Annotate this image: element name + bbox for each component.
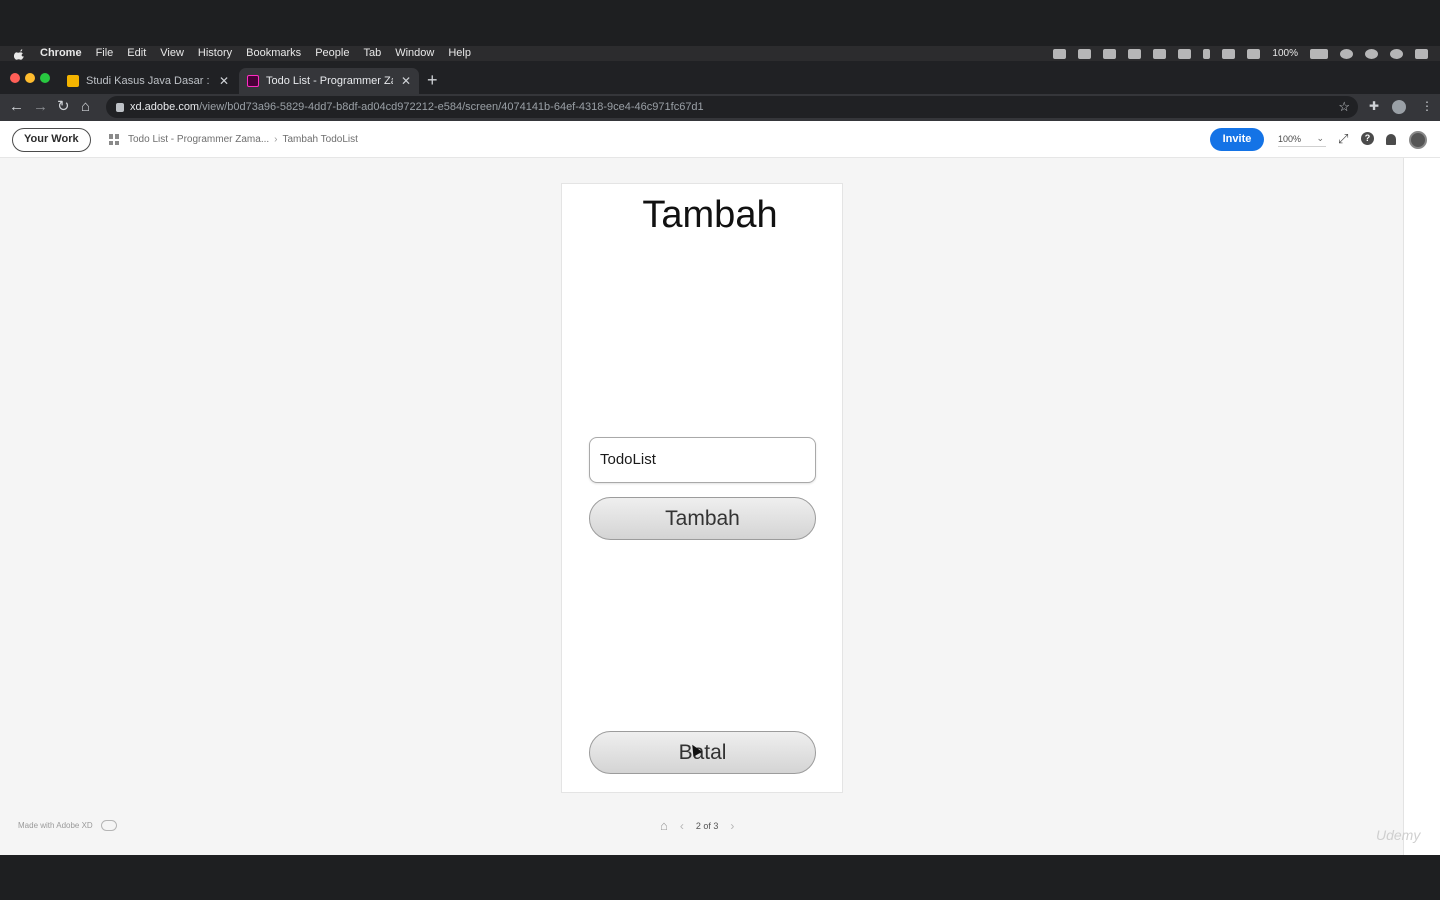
comments-side-panel — [1403, 158, 1440, 855]
address-bar[interactable]: xd.adobe.com /view/b0d73a96-5829-4dd7-b8… — [106, 96, 1358, 118]
menu-file[interactable]: File — [96, 46, 114, 61]
app-status-icon[interactable] — [1078, 48, 1092, 59]
menu-tab[interactable]: Tab — [363, 46, 381, 61]
todolist-input[interactable]: TodoList — [589, 437, 816, 483]
display-icon[interactable] — [1178, 48, 1192, 59]
next-screen-icon[interactable]: › — [730, 819, 734, 833]
avatar[interactable] — [1409, 131, 1427, 149]
artboard-title: Tambah — [642, 194, 778, 236]
chrome-menu-icon[interactable]: ⋮ — [1421, 99, 1433, 113]
lock-icon[interactable] — [116, 102, 124, 112]
back-icon[interactable]: ← — [9, 98, 24, 116]
user-icon[interactable] — [1365, 48, 1378, 59]
menu-bookmarks[interactable]: Bookmarks — [246, 46, 301, 61]
xd-viewer-page: Your Work Todo List - Programmer Zama...… — [0, 121, 1440, 855]
made-with-adobe-xd[interactable]: Made with Adobe XD — [18, 820, 117, 831]
browser-toolbar: ← → ↻ ⌂ xd.adobe.com /view/b0d73a96-5829… — [0, 94, 1440, 121]
tab-studi-kasus[interactable]: Studi Kasus Java Dasar : Aplik ✕ — [59, 68, 237, 94]
breadcrumb-screen: Tambah TodoList — [282, 134, 358, 145]
grid-view-icon[interactable] — [109, 134, 120, 145]
made-with-label: Made with Adobe XD — [18, 821, 93, 830]
notification-center-icon[interactable] — [1415, 48, 1428, 59]
url-path: /view/b0d73a96-5829-4dd7-b8df-ad04cd9722… — [199, 101, 704, 113]
bookmark-star-icon[interactable]: ☆ — [1338, 99, 1350, 115]
home-icon[interactable]: ⌂ — [81, 98, 90, 116]
google-slides-icon — [67, 75, 79, 87]
chevron-right-icon: › — [274, 134, 278, 145]
minimize-window-button[interactable] — [25, 73, 35, 83]
help-icon[interactable]: ? — [1361, 132, 1374, 145]
extensions-icon[interactable]: ✚ — [1369, 99, 1379, 113]
status-icons: 100% — [1053, 46, 1428, 61]
spotlight-search-icon[interactable] — [1390, 48, 1403, 59]
close-tab-icon[interactable]: ✕ — [401, 74, 411, 88]
wifi-icon[interactable] — [1222, 48, 1236, 59]
dropbox-icon[interactable] — [1103, 48, 1117, 59]
xd-header: Your Work Todo List - Programmer Zama...… — [0, 121, 1440, 158]
menu-window[interactable]: Window — [395, 46, 434, 61]
tab-title: Todo List - Programmer Zaman — [266, 75, 393, 87]
home-screen-icon[interactable]: ⌂ — [660, 818, 668, 833]
menu-history[interactable]: History — [198, 46, 232, 61]
artboard-tambah-todolist: Tambah TodoList Tambah Batal — [561, 183, 843, 793]
menu-edit[interactable]: Edit — [127, 46, 146, 61]
notification-bell-icon[interactable] — [1386, 134, 1396, 145]
profile-icon[interactable] — [1392, 100, 1406, 114]
previous-screen-icon[interactable]: ‹ — [680, 819, 684, 833]
screen-pager: ⌂ ‹ 2 of 3 › — [660, 818, 734, 833]
your-work-button[interactable]: Your Work — [12, 128, 91, 152]
new-tab-icon[interactable]: + — [427, 70, 438, 90]
cloud-icon[interactable] — [1153, 48, 1167, 59]
docker-icon[interactable] — [1128, 48, 1142, 59]
screen-top-border — [0, 0, 1440, 46]
url-host: xd.adobe.com — [130, 101, 200, 113]
volume-icon[interactable] — [1247, 48, 1261, 59]
reload-icon[interactable]: ↻ — [57, 98, 70, 116]
screen-record-icon[interactable] — [1053, 48, 1067, 59]
page-indicator: 2 of 3 — [695, 820, 719, 831]
battery-percent: 100% — [1272, 48, 1298, 59]
udemy-watermark: Udemy — [1376, 827, 1421, 843]
adobe-xd-icon — [247, 75, 259, 87]
fullscreen-icon[interactable]: ⤢ — [1338, 132, 1348, 146]
close-tab-icon[interactable]: ✕ — [219, 74, 229, 88]
bluetooth-icon[interactable] — [1203, 48, 1211, 59]
forward-icon[interactable]: → — [33, 98, 48, 116]
tab-todo-list[interactable]: Todo List - Programmer Zaman ✕ — [239, 68, 419, 94]
close-window-button[interactable] — [10, 73, 20, 83]
time-machine-icon[interactable] — [1340, 48, 1353, 59]
menu-chrome[interactable]: Chrome — [40, 46, 82, 61]
menu-help[interactable]: Help — [448, 46, 471, 61]
zoom-select[interactable]: 100% ⌄ — [1278, 133, 1326, 147]
invite-button[interactable]: Invite — [1210, 128, 1264, 151]
screen-bottom-border — [0, 855, 1440, 900]
browser-tab-strip: Studi Kasus Java Dasar : Aplik ✕ Todo Li… — [0, 61, 1440, 94]
chevron-down-icon: ⌄ — [1316, 133, 1324, 143]
breadcrumb: Todo List - Programmer Zama... › Tambah To… — [128, 134, 358, 145]
maximize-window-button[interactable] — [40, 73, 50, 83]
creative-cloud-icon — [100, 820, 117, 831]
menu-people[interactable]: People — [315, 46, 349, 61]
tab-title: Studi Kasus Java Dasar : Aplik — [86, 75, 211, 87]
zoom-value: 100% — [1278, 134, 1302, 144]
menu-view[interactable]: View — [160, 46, 184, 61]
battery-icon[interactable] — [1310, 48, 1328, 59]
breadcrumb-project[interactable]: Todo List - Programmer Zama... — [128, 134, 269, 145]
tambah-button[interactable]: Tambah — [589, 497, 816, 540]
macos-menubar: Chrome File Edit View History Bookmarks … — [0, 46, 1440, 61]
apple-icon[interactable] — [14, 48, 26, 60]
batal-button[interactable]: Batal — [589, 731, 816, 774]
